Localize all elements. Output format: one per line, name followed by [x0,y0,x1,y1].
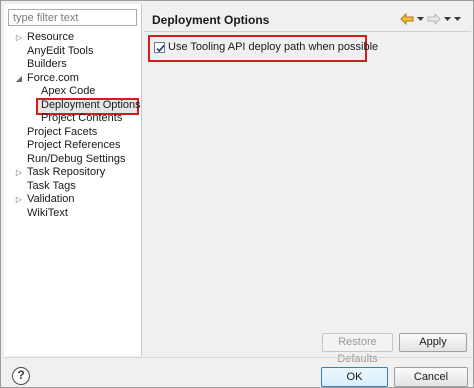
back-arrow-icon[interactable] [400,13,414,25]
tree-item-label: Project Contents [41,112,123,124]
preference-tree-panel: ▷ResourceAnyEdit ToolsBuilders◢Force.com… [4,4,142,356]
restore-defaults-button[interactable]: Restore Defaults [322,333,393,365]
title-separator [144,31,471,32]
tooling-api-label[interactable]: Use Tooling API deploy path when possibl… [168,41,378,53]
tree-item[interactable]: AnyEdit Tools [4,45,142,59]
tree-item-label: AnyEdit Tools [27,44,94,57]
tree-item[interactable]: ◢ Force.com [4,72,142,86]
tree-item-label: Validation [27,193,75,205]
tree-item[interactable]: ▷ Resource [4,31,142,45]
tree-item[interactable]: Run/Debug Settings [4,153,142,167]
view-menu-icon[interactable] [454,16,461,22]
tree-item[interactable]: Builders [4,58,142,72]
tree-item-label: Project Facets [27,125,98,138]
tree-item[interactable]: Task Tags [4,180,142,194]
tree-item[interactable]: Apex Code [4,85,142,99]
forward-arrow-icon [427,13,441,25]
help-icon[interactable]: ? [12,367,30,385]
bottom-separator [4,357,471,358]
tree-item-label: Task Repository [27,166,106,178]
tree-item-label: Project References [27,139,121,151]
tree-item[interactable]: ▷ Validation [4,193,142,207]
expanded-twisty-icon[interactable]: ◢ [14,72,24,86]
tree-item-label: WikiText [27,206,68,219]
page-navigation [400,12,461,26]
apply-button[interactable]: Apply [399,333,467,352]
tree-item[interactable]: WikiText [4,207,142,221]
tooling-api-checkbox[interactable] [154,42,165,53]
tree-item-label: Run/Debug Settings [27,152,126,165]
tree-item-label: Force.com [27,71,79,84]
tree-item-label: Task Tags [27,179,76,192]
forward-dropdown-icon [444,16,451,22]
tree-item[interactable]: Deployment Options [4,97,142,115]
tree-item-label: Deployment Options [41,98,141,111]
page-title: Deployment Options [152,13,270,27]
preference-page: Deployment Options Use Tooling API deplo… [144,4,471,356]
collapsed-twisty-icon[interactable]: ▷ [14,31,24,45]
collapsed-twisty-icon[interactable]: ▷ [14,193,24,207]
tree-item[interactable]: Project Facets [4,126,142,140]
tree-item-label: Resource [27,31,75,43]
tree-item-label: Apex Code [41,85,96,97]
tree-item-label: Builders [27,58,67,70]
tree-item[interactable]: ▷ Task Repository [4,166,142,180]
cancel-button[interactable]: Cancel [394,367,468,387]
back-dropdown-icon[interactable] [417,16,424,22]
filter-input[interactable] [8,9,137,26]
ok-button[interactable]: OK [321,367,388,387]
preferences-dialog: ▷ResourceAnyEdit ToolsBuilders◢Force.com… [0,0,474,388]
collapsed-twisty-icon[interactable]: ▷ [14,166,24,180]
tree-item[interactable]: Project References [4,139,142,153]
preference-tree: ▷ Resource AnyEdit Tools Builders ◢ Force.com… [4,31,142,220]
tree-item[interactable]: Project Contents [4,112,142,126]
